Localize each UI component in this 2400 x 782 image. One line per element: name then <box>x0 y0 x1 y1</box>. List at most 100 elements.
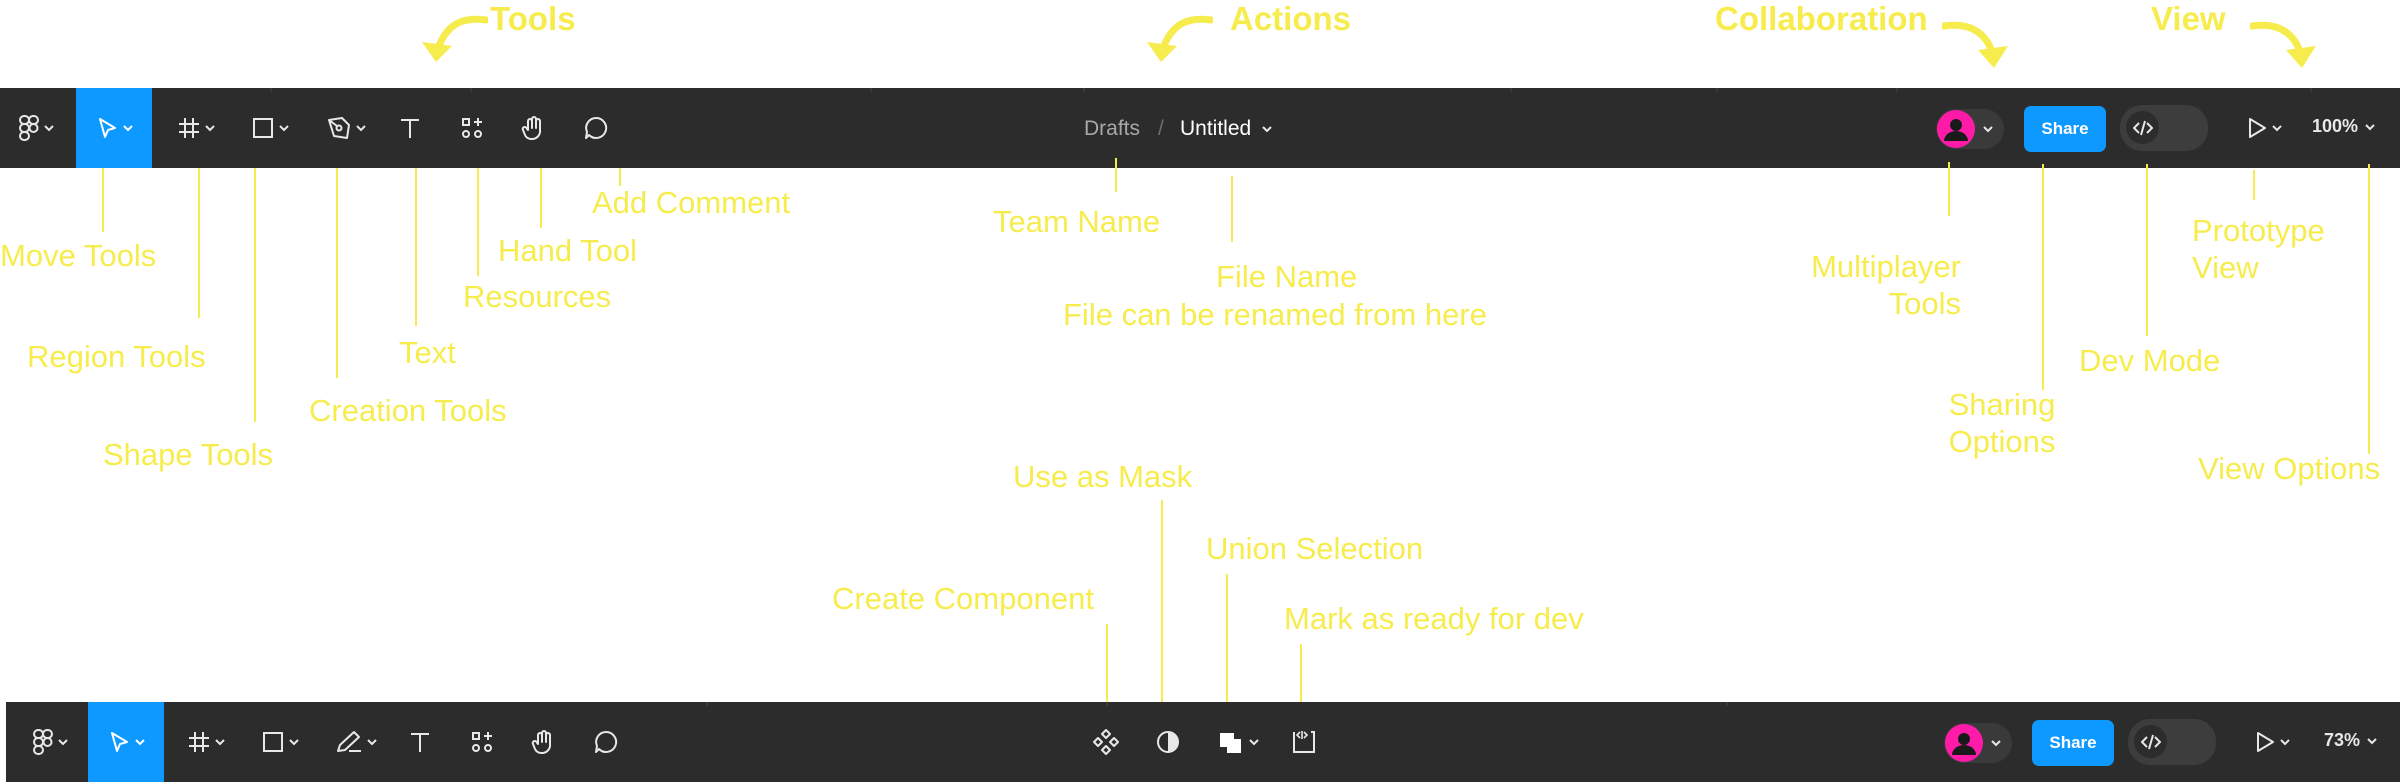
breadcrumb-separator: / <box>1158 117 1164 140</box>
header-actions: Actions <box>1230 0 1352 37</box>
file-name[interactable]: Untitled <box>1180 117 1273 141</box>
label-multiplayer: Multiplayer Tools <box>1793 248 1961 322</box>
label-multiplayer-line2: Tools <box>1888 286 1961 322</box>
curved-arrow-icon <box>1942 21 2008 68</box>
label-union-selection: Union Selection <box>1206 531 1424 566</box>
chevron-down-icon <box>134 739 145 746</box>
annotation-line <box>1948 162 1950 216</box>
annotation-line <box>254 168 256 422</box>
pen-tool-icon <box>327 117 350 139</box>
main-menu-button[interactable] <box>8 88 64 168</box>
share-button[interactable]: Share <box>2032 720 2114 766</box>
rectangle-tool-icon <box>262 732 283 752</box>
share-button[interactable]: Share <box>2024 106 2106 152</box>
hand-tool-button[interactable] <box>524 702 564 782</box>
region-tool-button[interactable] <box>168 88 224 168</box>
annotation-line <box>1161 500 1163 720</box>
chevron-down-icon <box>366 739 377 746</box>
move-tool-button[interactable] <box>76 88 152 168</box>
shape-tool-button[interactable] <box>252 702 308 782</box>
frame-tool-icon <box>178 118 199 138</box>
label-sharing-line1: Sharing <box>1948 387 2056 422</box>
region-tool-button[interactable] <box>178 702 234 782</box>
divider <box>1510 88 1512 92</box>
chevron-down-icon <box>2367 737 2377 744</box>
zoom-menu[interactable]: 73% <box>2324 730 2378 751</box>
pencil-tool-icon <box>336 731 361 752</box>
text-tool-icon <box>411 733 429 752</box>
dev-mode-knob <box>2134 725 2167 758</box>
curved-arrow-icon <box>2250 21 2316 68</box>
move-tool-icon <box>110 732 128 752</box>
label-create-component: Create Component <box>832 581 1094 616</box>
present-prototype-button[interactable] <box>2244 702 2300 782</box>
divider <box>1716 88 1718 92</box>
resources-button[interactable] <box>462 702 502 782</box>
annotation-line <box>540 168 542 228</box>
text-tool-button[interactable] <box>390 88 430 168</box>
shape-tool-button[interactable] <box>242 88 298 168</box>
annotation-line <box>336 168 338 378</box>
chevron-down-icon <box>288 739 299 746</box>
frame-tool-icon <box>188 732 209 752</box>
dev-mode-toggle[interactable] <box>2120 105 2208 151</box>
creation-tool-button[interactable] <box>328 702 384 782</box>
play-icon <box>2248 118 2266 138</box>
chevron-down-icon <box>2279 739 2290 746</box>
text-tool-button[interactable] <box>400 702 440 782</box>
team-name[interactable]: Drafts <box>1084 117 1140 141</box>
label-file-rename: File can be renamed from here <box>1063 297 1487 332</box>
present-prototype-button[interactable] <box>2236 88 2292 168</box>
chevron-down-icon <box>1991 740 2001 747</box>
chevron-down-icon <box>2271 125 2282 132</box>
annotation-line <box>2042 164 2044 390</box>
annotation-line <box>2146 164 2148 336</box>
chevron-down-icon <box>278 125 289 132</box>
union-selection-button[interactable] <box>1210 702 1266 782</box>
multiplayer-avatar-button[interactable] <box>1944 723 2012 763</box>
mark-ready-for-dev-button[interactable] <box>1284 702 1324 782</box>
zoom-value: 100% <box>2312 116 2359 136</box>
chevron-down-icon <box>43 125 54 132</box>
zoom-value: 73% <box>2324 730 2361 750</box>
move-tool-icon <box>98 118 116 138</box>
chevron-down-icon <box>1248 739 1259 746</box>
hand-tool-icon <box>521 116 542 141</box>
label-prototype-line2: View <box>2192 250 2259 286</box>
chevron-down-icon <box>122 125 133 132</box>
annotation-line <box>1226 574 1228 720</box>
chevron-down-icon <box>57 739 68 746</box>
add-comment-button[interactable] <box>586 702 626 782</box>
main-menu-button[interactable] <box>22 702 78 782</box>
annotation-line <box>477 168 479 276</box>
use-as-mask-button[interactable] <box>1148 702 1188 782</box>
add-comment-button[interactable] <box>576 88 616 168</box>
create-component-button[interactable] <box>1086 702 1126 782</box>
label-creation-tools: Creation Tools <box>309 393 507 428</box>
annotation-line <box>415 168 417 326</box>
label-dev-mode: Dev Mode <box>2079 343 2221 378</box>
label-hand-tool: Hand Tool <box>498 233 638 268</box>
move-tool-button[interactable] <box>88 702 164 782</box>
dev-mode-toggle[interactable] <box>2128 719 2216 765</box>
multiplayer-avatar-button[interactable] <box>1936 109 2004 149</box>
resources-button[interactable] <box>452 88 492 168</box>
divider <box>870 88 872 92</box>
creation-tool-button[interactable] <box>318 88 374 168</box>
top-toolbar: Drafts / Untitled Share 100% <box>0 88 2400 168</box>
code-icon <box>2132 120 2153 135</box>
annotation-line <box>2253 170 2255 200</box>
hand-tool-button[interactable] <box>514 88 554 168</box>
chevron-down-icon <box>355 125 366 132</box>
zoom-menu[interactable]: 100% <box>2312 116 2376 137</box>
resources-icon <box>472 732 492 752</box>
divider <box>2310 88 2312 92</box>
label-file-name: File Name <box>1216 259 1358 294</box>
label-multiplayer-line1: Multiplayer <box>1811 249 1961 284</box>
divider <box>1896 88 1898 92</box>
label-view-options: View Options <box>2198 451 2381 486</box>
play-icon <box>2256 732 2274 752</box>
hand-tool-icon <box>531 730 552 755</box>
label-team-name: Team Name <box>993 204 1161 239</box>
label-add-comment: Add Comment <box>592 185 791 220</box>
